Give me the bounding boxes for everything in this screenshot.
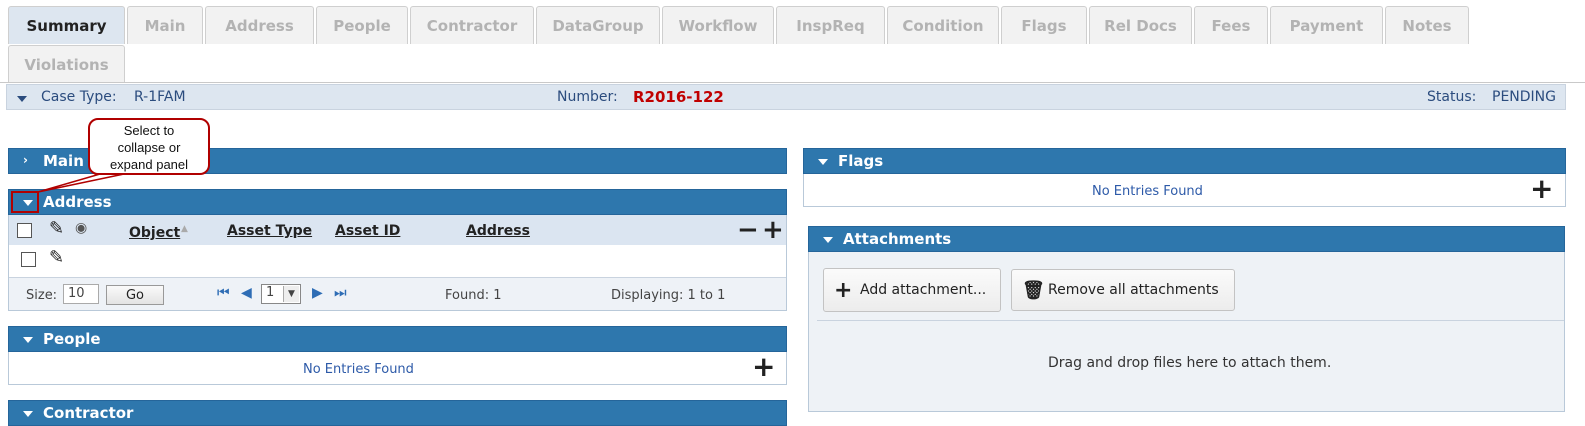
callout-pointer bbox=[37, 173, 125, 193]
callout-annotation: Select to collapse or expand panel bbox=[88, 118, 210, 175]
collapse-toggle-highlight bbox=[11, 191, 39, 213]
